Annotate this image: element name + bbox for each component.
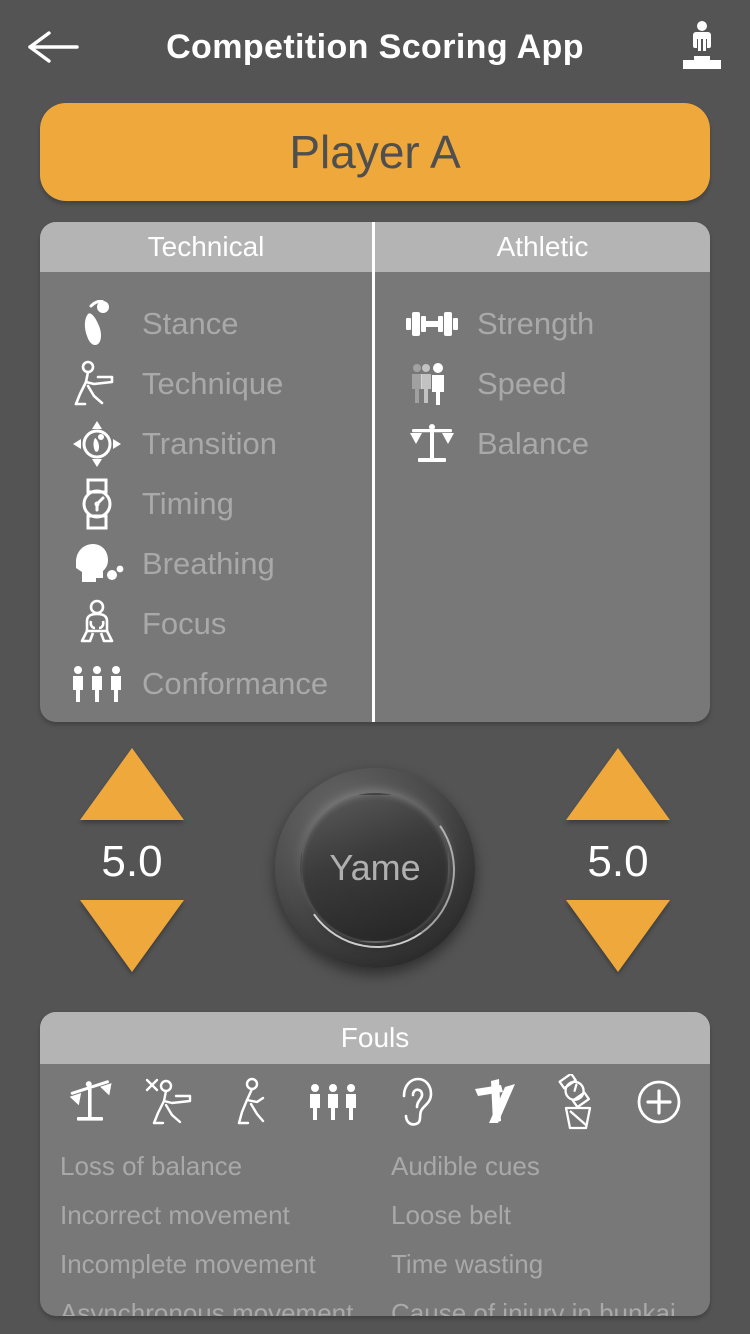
player-label: Player A	[289, 126, 461, 178]
foul-button-audible-cues[interactable]	[375, 1069, 456, 1135]
score-increase-right-button[interactable]	[566, 748, 670, 820]
foul-button-incorrect-movement[interactable]	[131, 1069, 212, 1135]
criteria-item-conformance[interactable]: Conformance	[40, 654, 372, 714]
criteria-item-label: Breathing	[142, 546, 275, 581]
criteria-item-strength[interactable]: Strength	[375, 294, 710, 354]
score-stepper-left: 5.0	[32, 748, 232, 972]
criteria-item-transition[interactable]: Transition	[40, 414, 372, 474]
criteria-header-row: Technical Athletic	[40, 222, 710, 272]
score-increase-left-button[interactable]	[80, 748, 184, 820]
score-decrease-left-button[interactable]	[80, 900, 184, 972]
three-figures-icon	[66, 658, 128, 710]
criteria-item-technique[interactable]: Technique	[40, 354, 372, 414]
score-value-right: 5.0	[587, 837, 649, 886]
yame-button-inner: Yame	[300, 793, 450, 943]
scales-icon	[401, 418, 463, 470]
criteria-item-label: Conformance	[142, 666, 329, 701]
watch-in-trash-icon	[558, 1074, 592, 1130]
wristwatch-icon	[66, 478, 128, 530]
foul-label[interactable]: Audible cues	[391, 1142, 710, 1191]
criteria-header-athletic: Athletic	[496, 231, 589, 262]
foul-label[interactable]: Cause of injury in bunkai	[391, 1289, 710, 1316]
foul-button-loose-belt[interactable]	[456, 1069, 537, 1135]
fouls-icon-row	[40, 1064, 710, 1136]
fouls-label-lists: Loss of balance Incorrect movement Incom…	[40, 1136, 710, 1316]
loose-belt-icon	[474, 1079, 515, 1123]
criteria-item-label: Focus	[142, 606, 227, 641]
foul-button-add[interactable]	[619, 1069, 700, 1135]
plus-circle-icon	[637, 1080, 681, 1124]
foul-button-loss-of-balance[interactable]	[50, 1069, 131, 1135]
foul-label[interactable]: Asynchronous movement	[60, 1289, 375, 1316]
foul-label[interactable]: Loose belt	[391, 1191, 710, 1240]
criteria-item-stance[interactable]: Stance	[40, 294, 372, 354]
fighter-stance-icon	[66, 358, 128, 410]
dumbbell-icon	[401, 298, 463, 350]
criteria-item-label: Speed	[477, 366, 567, 401]
score-value-left: 5.0	[101, 837, 163, 886]
criteria-item-breathing[interactable]: Breathing	[40, 534, 372, 594]
criteria-column-athletic: Strength Speed Balance	[375, 272, 710, 722]
footprint-icon	[66, 298, 128, 350]
score-decrease-right-button[interactable]	[566, 900, 670, 972]
criteria-item-speed[interactable]: Speed	[375, 354, 710, 414]
criteria-column-technical: Stance Technique Transition Timing Breat…	[40, 272, 375, 722]
score-stepper-right: 5.0	[518, 748, 718, 972]
yame-label: Yame	[329, 847, 421, 888]
incorrect-movement-icon	[145, 1078, 192, 1125]
podium-button[interactable]	[670, 12, 734, 78]
foul-label[interactable]: Loss of balance	[60, 1142, 375, 1191]
criteria-item-label: Technique	[142, 366, 284, 401]
app-header: Competition Scoring App	[0, 0, 750, 95]
criteria-item-label: Transition	[142, 426, 277, 461]
foul-label[interactable]: Time wasting	[391, 1240, 710, 1289]
motion-figure-icon	[401, 358, 463, 410]
podium-winner-icon	[683, 21, 721, 69]
fouls-column-left: Loss of balance Incorrect movement Incom…	[40, 1142, 375, 1316]
fouls-column-right: Audible cues Loose belt Time wasting Cau…	[375, 1142, 710, 1316]
app-screen: Competition Scoring App Player A Technic…	[0, 0, 750, 1334]
criteria-item-label: Stance	[142, 306, 239, 341]
foul-button-asynchronous-movement[interactable]	[294, 1069, 375, 1135]
player-selector-button[interactable]: Player A	[40, 103, 710, 201]
criteria-header-technical: Technical	[40, 222, 375, 272]
criteria-item-balance[interactable]: Balance	[375, 414, 710, 474]
criteria-panel: Technical Athletic Stance Technique Tran…	[40, 222, 710, 722]
criteria-item-timing[interactable]: Timing	[40, 474, 372, 534]
compass-footprint-icon	[66, 418, 128, 470]
tilted-scales-icon	[69, 1080, 112, 1121]
criteria-body: Stance Technique Transition Timing Breat…	[40, 272, 710, 722]
criteria-item-focus[interactable]: Focus	[40, 594, 372, 654]
foul-button-time-wasting[interactable]	[538, 1069, 619, 1135]
head-breath-icon	[66, 538, 128, 590]
fouls-header: Fouls	[40, 1012, 710, 1064]
page-title: Competition Scoring App	[166, 28, 584, 66]
yame-button[interactable]: Yame	[275, 768, 475, 968]
ear-icon	[402, 1077, 432, 1126]
foul-label[interactable]: Incomplete movement	[60, 1240, 375, 1289]
criteria-item-label: Balance	[477, 426, 590, 461]
three-figures-icon	[310, 1084, 357, 1120]
meditating-figure-icon	[66, 598, 128, 650]
incomplete-movement-icon	[237, 1077, 265, 1125]
foul-label[interactable]: Incorrect movement	[60, 1191, 375, 1240]
criteria-item-label: Strength	[477, 306, 595, 341]
foul-button-incomplete-movement[interactable]	[213, 1069, 294, 1135]
criteria-item-label: Timing	[142, 486, 234, 521]
fouls-panel: Fouls Loss of balance Incorrect movement…	[40, 1012, 710, 1316]
